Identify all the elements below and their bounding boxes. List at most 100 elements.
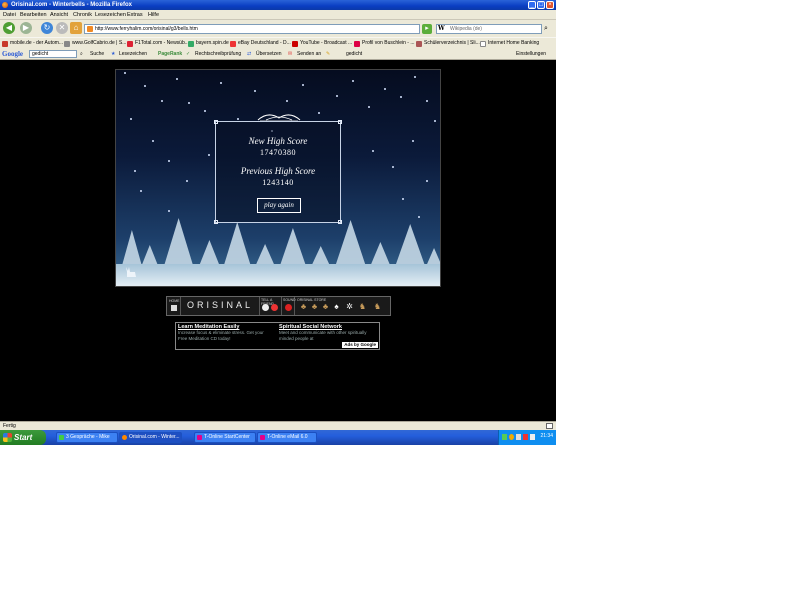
menu-datei[interactable]: Datei: [3, 11, 16, 19]
back-icon[interactable]: ◀: [3, 22, 15, 34]
bookmark-ebay[interactable]: eBay Deutschland - D...: [230, 40, 291, 47]
tray-icon[interactable]: [516, 434, 521, 440]
home-icon: [171, 305, 177, 311]
start-button[interactable]: Start: [0, 430, 46, 445]
stop-icon[interactable]: ✕: [56, 22, 68, 34]
panel-corner: [338, 220, 342, 224]
snowflake: [140, 190, 142, 192]
tray-icon[interactable]: [509, 434, 514, 440]
bird-icon: ♣: [300, 302, 307, 311]
bookmark-profil[interactable]: Profil von Buschlein - ...: [354, 40, 415, 47]
snowflake: [130, 118, 132, 120]
menu-lesezeichen[interactable]: Lesezeichen: [95, 11, 126, 19]
home-icon[interactable]: ⌂: [70, 22, 82, 34]
google-search-icon[interactable]: ⌕: [80, 51, 83, 58]
menu-hilfe[interactable]: Hilfe: [148, 11, 159, 19]
bookmark-icon: [480, 41, 486, 47]
ad-text: Increase focus & eliminate stress. Get y…: [178, 330, 264, 341]
google-gedicht-button[interactable]: gedicht: [346, 51, 362, 58]
task-tonline-email[interactable]: T-Online eMail 6.0: [257, 432, 317, 443]
ads-by-google-link[interactable]: Ads by Google: [342, 342, 378, 348]
snowflake: [188, 102, 190, 104]
close-button[interactable]: ×: [546, 1, 554, 9]
status-text: Fertig: [3, 423, 16, 429]
orisinal-logo[interactable]: ORISINAL: [181, 297, 260, 315]
maximize-button[interactable]: □: [537, 1, 545, 9]
bird-icon: ♣: [322, 302, 329, 311]
heart-icon: [271, 304, 278, 311]
window-title: Orisinal.com - Winterbells - Mozilla Fir…: [11, 2, 132, 8]
bookmark-icon: [416, 41, 422, 47]
spellcheck-icon[interactable]: ✓: [186, 51, 190, 58]
reload-icon[interactable]: ↻: [41, 22, 53, 34]
task-tonline-startcenter[interactable]: T-Online StartCenter ...: [194, 432, 256, 443]
bookmark-youtube[interactable]: YouTube - Broadcast ...: [292, 40, 352, 47]
home-link[interactable]: HOME: [167, 297, 181, 315]
orisinal-store-link[interactable]: ORISINAL STORE ♣ ♣ ♣ ♠ ✲ ♞ ♞: [295, 297, 391, 315]
title-bar: Orisinal.com - Winterbells - Mozilla Fir…: [0, 0, 556, 10]
snowflake: [434, 120, 436, 122]
bookmark-icon: [2, 41, 8, 47]
bookmark-schuelerverzeichnis[interactable]: Schülerverzeichnis | Sli...: [416, 40, 480, 47]
sound-toggle[interactable]: SOUND: [282, 297, 296, 315]
tray-icon[interactable]: [502, 434, 507, 440]
google-settings-button[interactable]: Einstellungen: [516, 51, 546, 58]
translate-icon[interactable]: ⇄: [247, 51, 251, 58]
tell-a-friend-link[interactable]: TELL A FRIEND: [260, 297, 282, 315]
snowflake: [318, 112, 320, 114]
snowflake: [208, 154, 210, 156]
google-pagerank[interactable]: PageRank: [158, 51, 182, 58]
volume-icon[interactable]: [530, 434, 535, 440]
bookmark-icon: [64, 41, 70, 47]
game-canvas[interactable]: New High Score 17470380 Previous High Sc…: [115, 69, 441, 287]
wikipedia-icon: W: [438, 25, 445, 32]
navigation-toolbar: ◀ ▶ ↻ ✕ ⌂ http://www.ferryhalim.com/oris…: [0, 20, 556, 37]
new-high-score-value: 17470380: [260, 148, 296, 157]
highlight-icon[interactable]: ✎: [326, 51, 330, 58]
menu-bearbeiten[interactable]: Bearbeiten: [20, 11, 47, 19]
bookmark-icon: [292, 41, 298, 47]
google-lesezeichen-button[interactable]: Lesezeichen: [119, 51, 147, 58]
star-icon[interactable]: ★: [111, 51, 115, 58]
taskbar: Start 3 Gespräche - Mike Orisinal.com - …: [0, 430, 556, 445]
forward-icon[interactable]: ▶: [20, 22, 32, 34]
windows-logo-icon: [3, 433, 12, 442]
address-bar[interactable]: http://www.ferryhalim.com/orisinal/g3/be…: [84, 24, 420, 34]
google-rechtschreib-button[interactable]: Rechtschreibprüfung: [195, 51, 241, 58]
search-input[interactable]: W Wikipedia (de): [436, 24, 542, 34]
google-senden-button[interactable]: Senden an: [297, 51, 321, 58]
bookmark-icon: [188, 41, 194, 47]
google-suche-button[interactable]: Suche: [90, 51, 104, 58]
google-search-input[interactable]: gedicht: [29, 50, 77, 58]
snowflake: [402, 198, 404, 200]
messenger-icon: [59, 435, 64, 440]
play-again-button[interactable]: play again: [257, 198, 301, 213]
bookmark-bayern-spin[interactable]: bayern.spin.de: [188, 40, 229, 47]
search-icon[interactable]: ⌕: [544, 25, 548, 33]
bookmark-golfcabrio[interactable]: www.GolfCabrio.de | S...: [64, 40, 126, 47]
menu-extras[interactable]: Extras: [127, 11, 143, 19]
google-ads: Learn Meditation Easily Increase focus &…: [175, 322, 380, 350]
sound-icon: [285, 304, 292, 311]
panel-corner: [214, 220, 218, 224]
bookmark-banking[interactable]: Internet Home Banking: [480, 40, 539, 47]
snowflake: [426, 180, 428, 182]
minimize-button[interactable]: _: [528, 1, 536, 9]
send-icon[interactable]: ✉: [288, 51, 292, 58]
task-firefox[interactable]: Orisinal.com - Winter...: [119, 432, 182, 443]
bookmark-mobile[interactable]: mobile.de - der Autom...: [2, 40, 63, 47]
task-gespraeche[interactable]: 3 Gespräche - Mike: [56, 432, 118, 443]
menu-ansicht[interactable]: Ansicht: [50, 11, 68, 19]
snowflake: [124, 72, 126, 74]
menu-chronik[interactable]: Chronik: [73, 11, 92, 19]
menu-bar: Datei Bearbeiten Ansicht Chronik Lesezei…: [0, 10, 556, 20]
bookmark-icon: [354, 41, 360, 47]
google-uebersetzen-button[interactable]: Übersetzen: [256, 51, 282, 58]
bookmark-f1total[interactable]: F1Total.com - Newsüb...: [127, 40, 189, 47]
go-button[interactable]: ▸: [422, 24, 432, 34]
snowflake: [426, 100, 428, 102]
sheep-icon: ✲: [346, 302, 353, 311]
snowflake: [168, 160, 170, 162]
snowflake: [336, 95, 338, 97]
tray-icon[interactable]: [523, 434, 528, 440]
